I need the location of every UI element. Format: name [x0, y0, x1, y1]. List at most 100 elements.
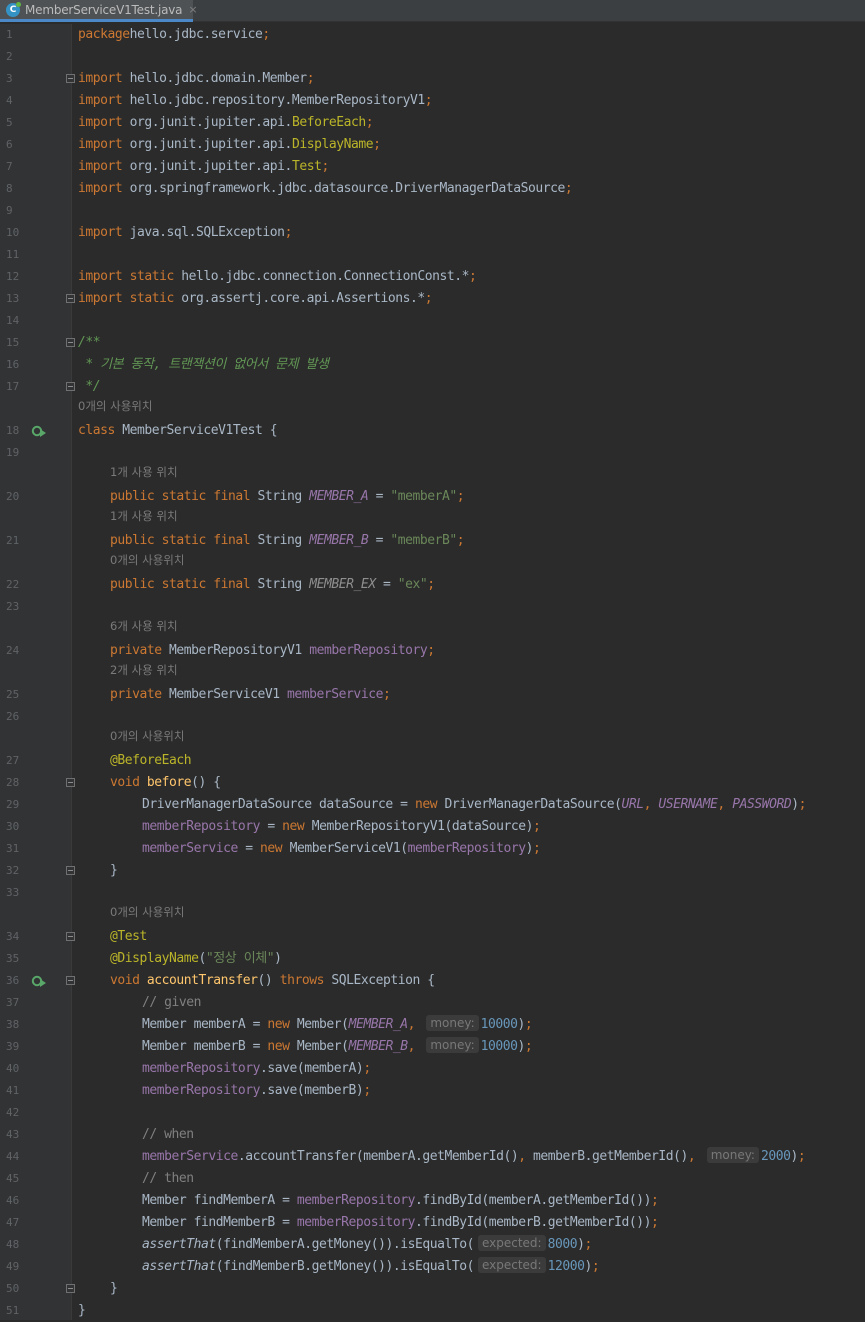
code-text[interactable]: Member memberB = new Member(MEMBER_B, mo…: [142, 1036, 533, 1058]
code-token: ): [517, 1039, 526, 1054]
usage-count-hint[interactable]: 0개의 사용위치: [110, 904, 184, 926]
code-text[interactable]: memberRepository = new MemberRepositoryV…: [142, 816, 541, 838]
usage-count-hint[interactable]: 2개 사용 위치: [110, 662, 178, 684]
run-test-icon[interactable]: [31, 424, 47, 438]
code-text[interactable]: import static org.assertj.core.api.Asser…: [78, 288, 433, 310]
tab-memberservicev1test[interactable]: C MemberServiceV1Test.java ×: [0, 0, 198, 22]
code-text[interactable]: memberRepository.save(memberA);: [142, 1058, 371, 1080]
usage-count-hint[interactable]: 0개의 사용위치: [110, 552, 184, 574]
line-number: 17: [6, 380, 20, 393]
fold-toggle-icon[interactable]: [66, 338, 75, 347]
code-text[interactable]: memberRepository.save(memberB);: [142, 1080, 371, 1102]
code-text[interactable]: Member findMemberB = memberRepository.fi…: [142, 1212, 659, 1234]
usage-hint: 0개의 사용위치: [0, 398, 865, 420]
usage-count-hint[interactable]: 1개 사용 위치: [110, 464, 178, 486]
code-text[interactable]: // given: [142, 992, 201, 1014]
code-text[interactable]: // then: [142, 1168, 194, 1190]
code-text[interactable]: public static final String MEMBER_EX = "…: [110, 574, 435, 596]
code-token: ,: [687, 1149, 703, 1164]
code-text[interactable]: assertThat(findMemberB.getMoney()).isEqu…: [142, 1256, 600, 1278]
line-number: 51: [6, 1304, 20, 1317]
code-token: import: [78, 71, 123, 86]
code-text[interactable]: }: [110, 860, 118, 882]
code-token: @Test: [110, 929, 147, 944]
usage-count-hint[interactable]: 6개 사용 위치: [110, 618, 178, 640]
code-text[interactable]: packagehello.jdbc.service;: [78, 24, 270, 46]
code-token: (: [198, 951, 207, 966]
code-text[interactable]: class MemberServiceV1Test {: [78, 420, 278, 442]
code-line: 44 memberService.accountTransfer(memberA.…: [0, 1146, 865, 1168]
line-number: 16: [6, 358, 20, 371]
code-text[interactable]: }: [110, 1278, 118, 1300]
code-text[interactable]: @Test: [110, 926, 147, 948]
code-text[interactable]: // when: [142, 1124, 194, 1146]
code-text[interactable]: private MemberRepositoryV1 memberReposit…: [110, 640, 435, 662]
run-test-icon[interactable]: [31, 974, 47, 988]
code-token: MemberServiceV1: [161, 687, 288, 702]
code-text[interactable]: DriverManagerDataSource dataSource = new…: [142, 794, 806, 816]
line-number: 15: [6, 336, 20, 349]
code-text[interactable]: /**: [78, 332, 101, 354]
code-token: "memberA": [390, 489, 457, 504]
fold-toggle-icon[interactable]: [66, 866, 75, 875]
code-token: ): [584, 1259, 592, 1274]
line-number: 25: [6, 688, 20, 701]
code-text[interactable]: public static final String MEMBER_B = "m…: [110, 530, 465, 552]
code-text[interactable]: Member memberA = new Member(MEMBER_A, mo…: [142, 1014, 533, 1036]
close-icon[interactable]: ×: [188, 3, 197, 16]
parameter-hint: money:: [706, 1147, 759, 1163]
usage-count-hint[interactable]: 0개의 사용위치: [110, 728, 184, 750]
code-token: .findById(memberB.getMemberId()): [414, 1215, 652, 1230]
line-number: 45: [6, 1172, 20, 1185]
code-text[interactable]: memberService.accountTransfer(memberA.ge…: [142, 1146, 806, 1168]
fold-toggle-icon[interactable]: [66, 932, 75, 941]
line-number: 42: [6, 1106, 20, 1119]
code-text[interactable]: import hello.jdbc.repository.MemberRepos…: [78, 90, 433, 112]
code-token: Member findMemberA =: [142, 1193, 297, 1208]
code-text[interactable]: void before() {: [110, 772, 221, 794]
fold-toggle-icon[interactable]: [66, 1284, 75, 1293]
code-text[interactable]: import org.junit.jupiter.api.DisplayName…: [78, 134, 381, 156]
line-number: 2: [6, 50, 13, 63]
fold-toggle-icon[interactable]: [66, 778, 75, 787]
code-token: (): [257, 973, 280, 988]
line-number: 4: [6, 94, 13, 107]
code-text[interactable]: @BeforeEach: [110, 750, 192, 772]
code-text[interactable]: }: [78, 1300, 86, 1322]
code-token: accountTransfer: [146, 973, 258, 988]
fold-toggle-icon[interactable]: [66, 294, 75, 303]
code-text[interactable]: * 기본 동작, 트랜잭션이 없어서 문제 발생: [78, 354, 329, 376]
code-token: }: [110, 1281, 118, 1296]
usage-hint: 2개 사용 위치: [0, 662, 865, 684]
code-token: SQLException {: [331, 973, 435, 988]
code-token: ;: [584, 1237, 593, 1252]
code-token: memberRepository: [142, 819, 261, 834]
code-token: MemberServiceV1(: [289, 841, 408, 856]
code-text[interactable]: import org.springframework.jdbc.datasour…: [78, 178, 573, 200]
fold-toggle-icon[interactable]: [66, 74, 75, 83]
usage-count-hint[interactable]: 1개 사용 위치: [110, 508, 178, 530]
line-number: 22: [6, 578, 20, 591]
code-text[interactable]: public static final String MEMBER_A = "m…: [110, 486, 465, 508]
code-text[interactable]: private MemberServiceV1 memberService;: [110, 684, 391, 706]
code-editor[interactable]: 1 packagehello.jdbc.service; 2 3 import hell…: [0, 24, 865, 1320]
line-number: 27: [6, 754, 20, 767]
fold-toggle-icon[interactable]: [66, 382, 75, 391]
usage-count-hint[interactable]: 0개의 사용위치: [78, 398, 152, 420]
code-text[interactable]: Member findMemberA = memberRepository.fi…: [142, 1190, 659, 1212]
line-number: 26: [6, 710, 20, 723]
code-text[interactable]: import org.junit.jupiter.api.BeforeEach;: [78, 112, 374, 134]
code-text[interactable]: import hello.jdbc.domain.Member;: [78, 68, 315, 90]
code-line: 30 memberRepository = new MemberRepositor…: [0, 816, 865, 838]
code-text[interactable]: @DisplayName("정상 이체"): [110, 948, 282, 970]
code-text[interactable]: import static hello.jdbc.connection.Conn…: [78, 266, 477, 288]
code-text[interactable]: import org.junit.jupiter.api.Test;: [78, 156, 329, 178]
code-text[interactable]: void accountTransfer() throws SQLExcepti…: [110, 970, 435, 992]
code-text[interactable]: memberService = new MemberServiceV1(memb…: [142, 838, 541, 860]
code-text[interactable]: */: [78, 376, 100, 398]
code-token: new: [282, 819, 312, 834]
code-text[interactable]: assertThat(findMemberA.getMoney()).isEqu…: [142, 1234, 592, 1256]
code-text[interactable]: import java.sql.SQLException;: [78, 222, 292, 244]
line-number: 30: [6, 820, 20, 833]
fold-toggle-icon[interactable]: [66, 976, 75, 985]
